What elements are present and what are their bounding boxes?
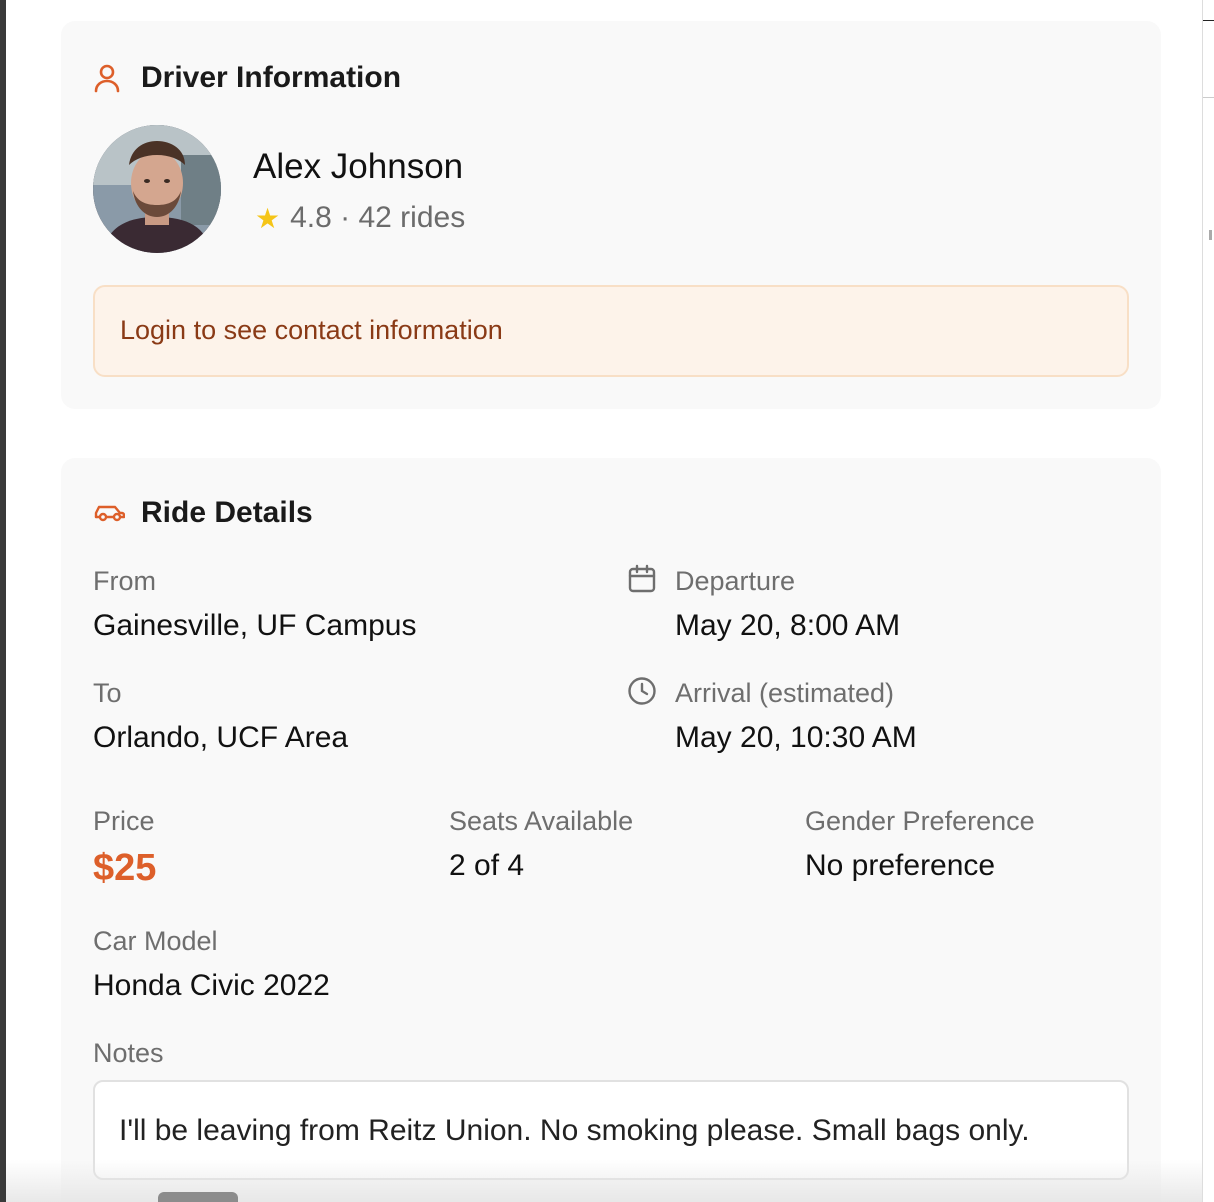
clock-icon <box>627 676 659 708</box>
car-model-label: Car Model <box>93 926 218 956</box>
login-contact-notice[interactable]: Login to see contact information <box>93 285 1129 377</box>
arrival-field: Arrival (estimated) May 20, 10:30 AM <box>627 676 917 755</box>
star-icon: ★ <box>255 202 281 234</box>
user-icon <box>93 62 125 94</box>
driver-name: Alex Johnson <box>253 147 464 186</box>
notes-label: Notes <box>93 1038 164 1068</box>
driver-avatar <box>93 125 221 253</box>
calendar-icon <box>627 564 659 596</box>
departure-field: Departure May 20, 8:00 AM <box>627 564 901 643</box>
scroll-handle[interactable] <box>158 1192 238 1202</box>
to-field: To Orlando, UCF Area <box>93 678 348 755</box>
ride-card-title: Ride Details <box>141 496 313 529</box>
adjacent-window-tick <box>1209 230 1212 240</box>
seats-field: Seats Available 2 of 4 <box>449 806 633 883</box>
price-value: $25 <box>93 847 157 889</box>
gender-preference-label: Gender Preference <box>805 806 1035 836</box>
from-field: From Gainesville, UF Campus <box>93 566 416 643</box>
from-value: Gainesville, UF Campus <box>93 609 417 642</box>
departure-value: May 20, 8:00 AM <box>675 609 901 642</box>
adjacent-window-divider <box>1203 20 1214 98</box>
seats-label: Seats Available <box>449 806 634 836</box>
to-label: To <box>93 678 122 708</box>
driver-card-title: Driver Information <box>141 61 402 94</box>
gender-preference-value: No preference <box>805 849 996 882</box>
price-label: Price <box>93 806 155 836</box>
arrival-value: May 20, 10:30 AM <box>675 721 917 754</box>
car-icon <box>93 497 125 529</box>
notes-field: Notes <box>93 1038 164 1069</box>
ride-detail-panel: Driver Information Alex Johnson ★ 4.8 · … <box>6 0 1202 1202</box>
car-model-field: Car Model Honda Civic 2022 <box>93 926 330 1003</box>
from-label: From <box>93 566 156 596</box>
ride-details-card: Ride Details From Gainesville, UF Campus… <box>61 458 1161 1202</box>
driver-rating: ★ 4.8 · 42 rides <box>255 201 465 235</box>
rating-text: 4.8 · 42 rides <box>290 201 466 234</box>
gender-preference-field: Gender Preference No preference <box>805 806 1035 883</box>
arrival-label: Arrival (estimated) <box>675 678 895 708</box>
price-field: Price $25 <box>93 806 156 890</box>
driver-information-card: Driver Information Alex Johnson ★ 4.8 · … <box>61 21 1161 409</box>
car-model-value: Honda Civic 2022 <box>93 969 330 1002</box>
driver-card-header: Driver Information <box>93 61 401 95</box>
to-value: Orlando, UCF Area <box>93 721 349 754</box>
ride-card-header: Ride Details <box>93 496 313 530</box>
departure-label: Departure <box>675 566 796 596</box>
seats-value: 2 of 4 <box>449 849 525 882</box>
adjacent-window-edge <box>1202 0 1214 1202</box>
